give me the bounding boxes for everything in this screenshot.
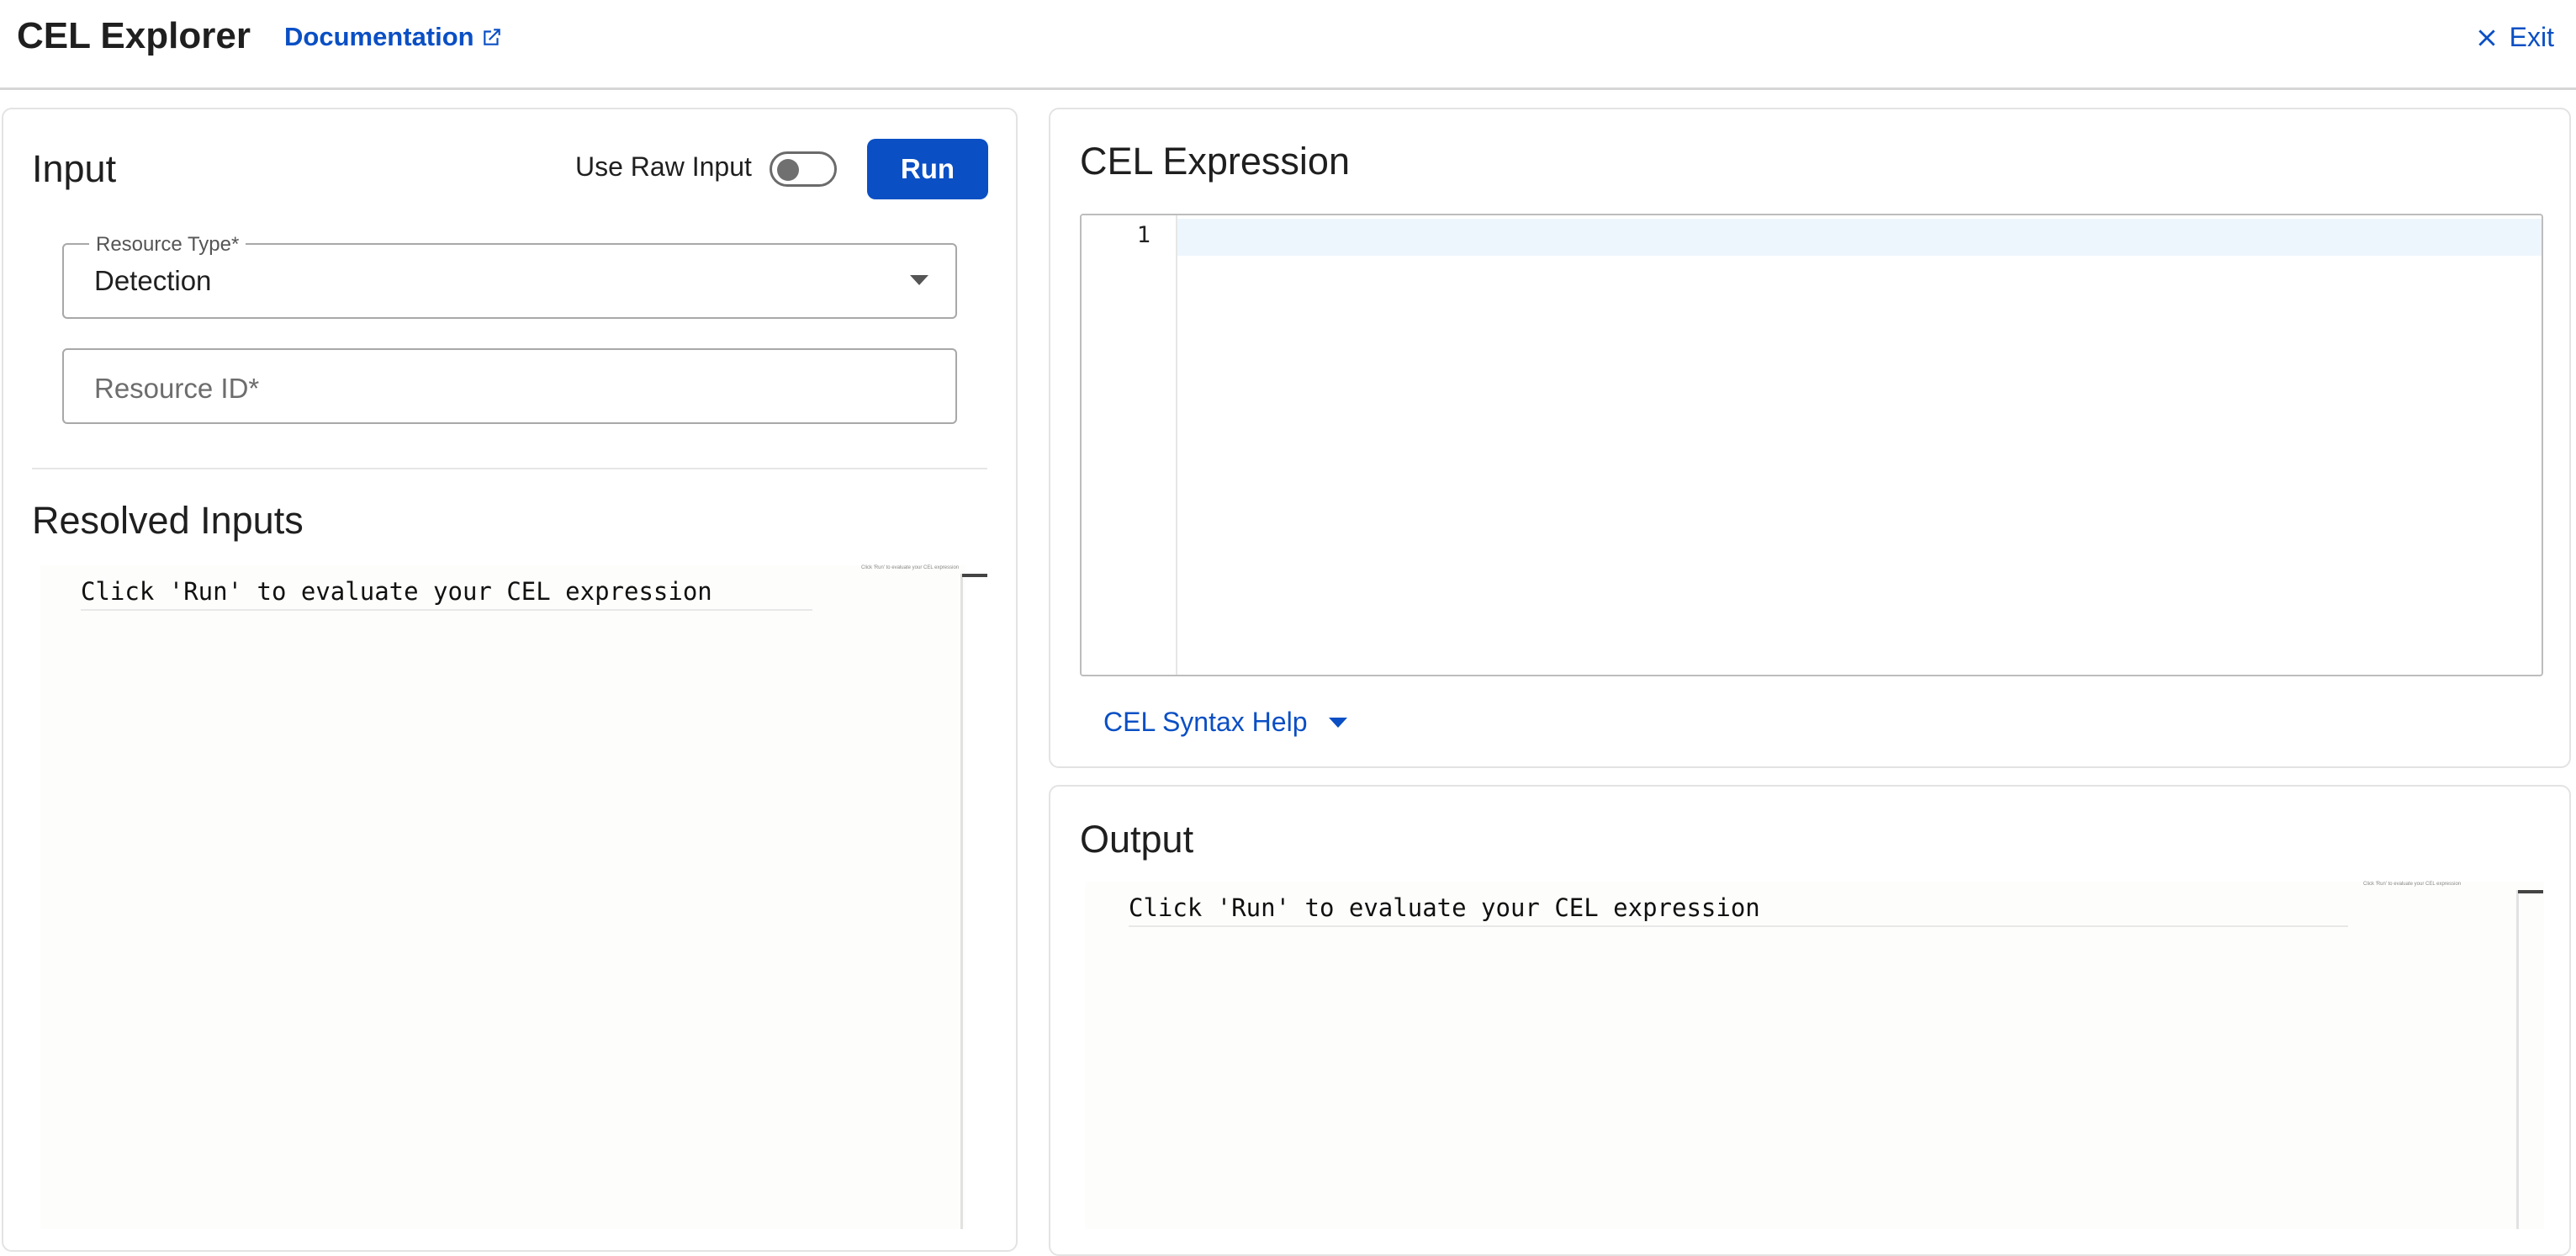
documentation-link[interactable]: Documentation	[284, 22, 503, 52]
resource-type-legend: Resource Type*	[89, 233, 246, 257]
scroll-thumb[interactable]	[2518, 890, 2543, 893]
chevron-down-icon	[910, 275, 928, 285]
app-title: CEL Explorer	[17, 15, 251, 56]
exit-button[interactable]: Exit	[2476, 22, 2554, 53]
input-title: Input	[32, 147, 117, 190]
syntax-help-toggle[interactable]: CEL Syntax Help	[1103, 707, 1348, 738]
documentation-link-label: Documentation	[284, 22, 474, 51]
expression-title: CEL Expression	[1080, 140, 1350, 183]
active-line-highlight	[1082, 219, 2542, 256]
output-title: Output	[1080, 818, 1194, 861]
exit-label: Exit	[2509, 22, 2554, 52]
output-text: Click 'Run' to evaluate your CEL express…	[1129, 893, 2348, 927]
minimap-preview: Click 'Run' to evaluate your CEL express…	[861, 565, 960, 570]
vertical-scrollbar[interactable]	[2516, 890, 2519, 1229]
resource-type-select[interactable]: Resource Type* Detection	[62, 233, 957, 319]
section-divider	[32, 468, 987, 469]
line-number: 1	[1136, 222, 1150, 248]
resource-type-value: Detection	[94, 265, 212, 296]
minimap-preview: Click 'Run' to evaluate your CEL express…	[2363, 882, 2462, 887]
run-button[interactable]: Run	[867, 139, 988, 199]
chevron-down-icon	[1329, 717, 1348, 728]
resolved-inputs-viewer[interactable]: Click 'Run' to evaluate your CEL express…	[40, 565, 987, 1229]
toggle-knob	[777, 159, 799, 181]
resource-id-placeholder: Resource ID*	[94, 373, 260, 404]
output-viewer[interactable]: Click 'Run' to evaluate your CEL express…	[1085, 882, 2544, 1229]
raw-input-toggle[interactable]	[770, 151, 837, 187]
resolved-inputs-title: Resolved Inputs	[32, 499, 304, 542]
vertical-scrollbar[interactable]	[960, 574, 963, 1229]
close-icon	[2478, 29, 2495, 46]
top-bar: CEL Explorer Documentation Exit	[0, 0, 2576, 90]
expression-editor[interactable]: 1	[1080, 214, 2543, 676]
raw-input-label: Use Raw Input	[575, 151, 752, 182]
line-gutter: 1	[1082, 215, 1177, 675]
scroll-thumb[interactable]	[962, 574, 987, 577]
resolved-inputs-text: Click 'Run' to evaluate your CEL express…	[81, 577, 812, 611]
resource-id-input[interactable]: Resource ID*	[62, 348, 957, 424]
syntax-help-label: CEL Syntax Help	[1103, 707, 1308, 737]
external-link-icon	[483, 29, 500, 45]
